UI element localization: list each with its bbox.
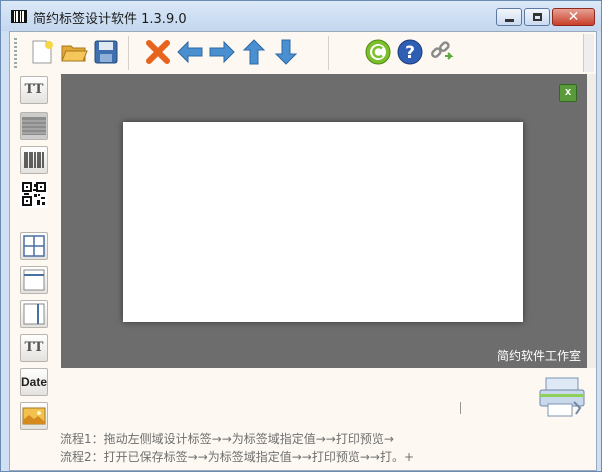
qrcode-tool-button[interactable]: [20, 180, 48, 208]
multiline-text-tool-button[interactable]: TT: [20, 334, 48, 362]
new-file-icon[interactable]: [28, 38, 56, 66]
app-window: 简约标签设计软件 1.3.9.0 ✕ ? TT TT Date x 简约软件工作…: [0, 0, 602, 472]
horizontal-line-icon: [23, 269, 45, 291]
window-controls: ✕: [496, 8, 595, 28]
svg-text:?: ?: [405, 43, 415, 63]
text-tool-label: TT: [24, 82, 44, 97]
date-tool-button[interactable]: Date: [20, 368, 48, 396]
close-button[interactable]: ✕: [552, 8, 595, 26]
toolbar-separator: [128, 36, 129, 70]
excel-icon[interactable]: [559, 84, 577, 102]
picture-tool-button[interactable]: [20, 402, 48, 430]
barcode-tool-button[interactable]: [20, 146, 48, 174]
toolbar-scroll[interactable]: [583, 34, 594, 72]
grid-icon: [23, 235, 45, 257]
main-client: ? TT TT Date x 简约软件工作室 流程1：拖动左侧域设计标签→→为标…: [9, 31, 597, 471]
close-icon: ✕: [567, 9, 580, 25]
workflow-step-2: 流程2：打开已保存标签→→为标签域指定值→→打印预览→→打。+: [60, 450, 415, 464]
maximize-button[interactable]: [524, 8, 550, 26]
canvas-scrollbar[interactable]: [587, 74, 596, 368]
workflow-step-1: 流程1：拖动左侧域设计标签→→为标签域指定值→→打印预览→: [60, 432, 394, 446]
table-grid-tool-button[interactable]: [20, 232, 48, 260]
save-icon[interactable]: [92, 38, 120, 66]
studio-name: 简约软件工作室: [496, 349, 581, 363]
texture-icon: [22, 117, 46, 135]
text-tool-button[interactable]: TT: [20, 76, 48, 104]
date-tool-label: Date: [21, 375, 48, 389]
arrow-right-icon[interactable]: [208, 38, 236, 66]
picture-icon: [22, 407, 46, 425]
printer-icon[interactable]: [538, 376, 586, 420]
maximize-icon: [533, 13, 542, 21]
delete-icon[interactable]: [144, 38, 172, 66]
toolbar-grip[interactable]: [14, 38, 17, 68]
label-sheet[interactable]: [123, 122, 523, 322]
toolbar-separator: [328, 36, 329, 70]
minimize-button[interactable]: [496, 8, 522, 26]
vertical-line-icon: [23, 303, 45, 325]
design-canvas[interactable]: 简约软件工作室: [61, 74, 587, 368]
element-palette: TT TT Date: [10, 74, 60, 470]
minimize-icon: [505, 19, 514, 22]
barcode-icon: [24, 152, 44, 168]
barcode-app-icon: [11, 10, 27, 23]
vertical-line-tool-button[interactable]: [20, 300, 48, 328]
horizontal-line-tool-button[interactable]: [20, 266, 48, 294]
open-folder-icon[interactable]: [60, 38, 88, 66]
image-texture-tool-button[interactable]: [20, 112, 48, 140]
copyright-icon[interactable]: [364, 38, 392, 66]
main-toolbar: ?: [10, 32, 596, 75]
help-icon[interactable]: ?: [396, 38, 424, 66]
qrcode-icon: [22, 182, 46, 206]
arrow-up-icon[interactable]: [240, 38, 268, 66]
arrow-down-icon[interactable]: [272, 38, 300, 66]
link-icon[interactable]: [428, 38, 456, 66]
multiline-text-label: TT: [24, 340, 44, 355]
divider: [460, 402, 461, 414]
title-bar[interactable]: 简约标签设计软件 1.3.9.0 ✕: [1, 1, 601, 31]
arrow-left-icon[interactable]: [176, 38, 204, 66]
window-title: 简约标签设计软件 1.3.9.0: [33, 12, 187, 27]
